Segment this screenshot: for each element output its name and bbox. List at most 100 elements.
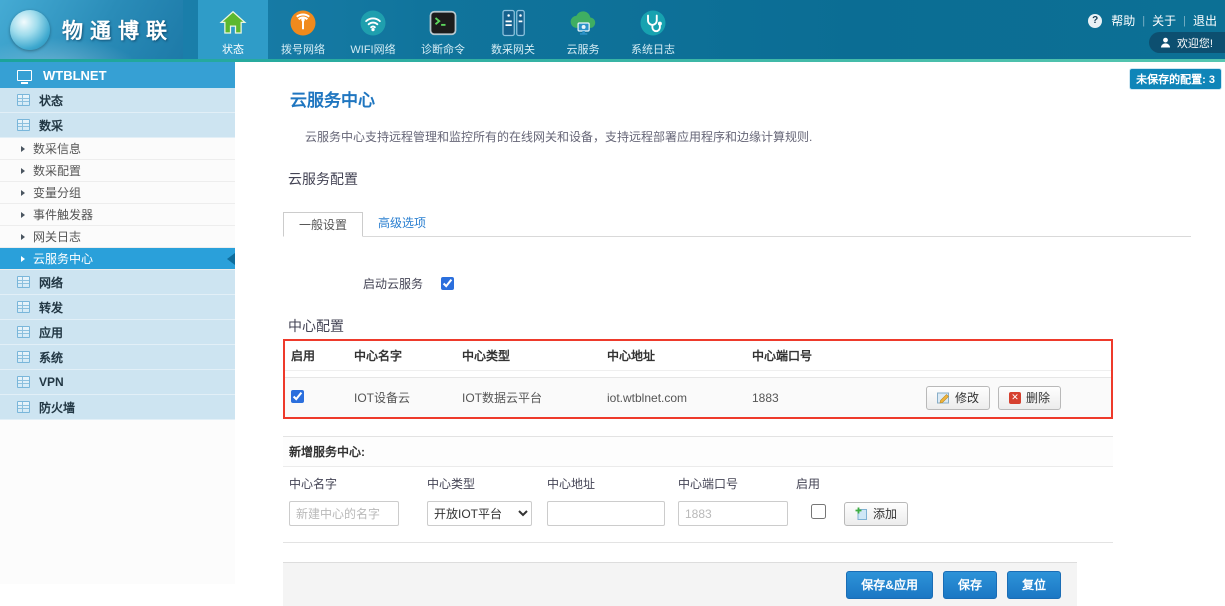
sidebar-item-system[interactable]: 系统 <box>0 345 235 370</box>
logout-link[interactable]: 退出 <box>1193 12 1217 29</box>
sidebar-item-firewall[interactable]: 防火墙 <box>0 395 235 420</box>
add-form-labels: 中心名字 中心类型 中心地址 中心端口号 启用 <box>283 467 1113 499</box>
label-enable: 启用 <box>796 475 844 492</box>
reset-button[interactable]: 复位 <box>1007 571 1061 599</box>
sidebar-subitem-cloud-service-center[interactable]: 云服务中心 <box>0 248 235 270</box>
label-center-port: 中心端口号 <box>678 475 796 492</box>
sidebar-item-vpn[interactable]: VPN <box>0 370 235 395</box>
add-center-title: 新增服务中心: <box>283 437 1113 467</box>
gateway-icon <box>478 0 548 38</box>
sidebar-item-network[interactable]: 网络 <box>0 270 235 295</box>
arrow-right-icon <box>21 256 25 262</box>
monitor-icon <box>17 70 32 81</box>
arrow-right-icon <box>21 146 25 152</box>
delete-x-icon: ✕ <box>1009 392 1021 404</box>
center-type-select[interactable]: 开放IOT平台 <box>427 501 532 526</box>
page-title: 云服务中心 <box>290 86 1225 111</box>
center-address-input[interactable] <box>547 501 665 526</box>
sidebar-subitem-gateway-logs[interactable]: 网关日志 <box>0 226 235 248</box>
edit-pencil-icon <box>937 391 950 404</box>
section-center-config: 中心配置 <box>288 316 1225 336</box>
top-nav: 状态 拨号网络 WIFI网络 诊断命令 数采网关 <box>198 0 688 59</box>
terminal-icon <box>408 0 478 38</box>
add-button[interactable]: 添加 <box>844 502 908 526</box>
cloud-icon <box>548 0 618 38</box>
col-center-port: 中心端口号 <box>752 347 875 364</box>
cell-center-port: 1883 <box>752 391 875 405</box>
col-center-address: 中心地址 <box>607 347 752 364</box>
home-icon <box>198 0 268 38</box>
stethoscope-icon <box>618 0 688 38</box>
highlight-annotation: 启用 中心名字 中心类型 中心地址 中心端口号 IOT设备云 IOT数据云平台 … <box>283 339 1113 419</box>
sidebar-subitem-variable-groups[interactable]: 变量分组 <box>0 182 235 204</box>
sidebar-subitem-event-triggers[interactable]: 事件触发器 <box>0 204 235 226</box>
nav-item-status[interactable]: 状态 <box>198 0 268 59</box>
arrow-right-icon <box>21 168 25 174</box>
arrow-right-icon <box>21 212 25 218</box>
tab-advanced-options[interactable]: 高级选项 <box>363 211 441 236</box>
col-center-type: 中心类型 <box>462 347 607 364</box>
grid-icon <box>17 119 30 131</box>
welcome-text: 欢迎您! <box>1177 35 1213 51</box>
sidebar-item-data-acquisition[interactable]: 数采 <box>0 113 235 138</box>
row-enable-checkbox[interactable] <box>291 390 304 403</box>
top-header: 物通博联 状态 拨号网络 WIFI网络 诊断命令 <box>0 0 1225 62</box>
top-links: ? 帮助 | 关于 | 退出 <box>1088 12 1217 29</box>
dial-network-icon <box>268 0 338 38</box>
nav-item-system-logs[interactable]: 系统日志 <box>618 0 688 59</box>
sidebar-device-name[interactable]: WTBLNET <box>0 62 235 88</box>
sidebar-subitem-daq-info[interactable]: 数采信息 <box>0 138 235 160</box>
save-button[interactable]: 保存 <box>943 571 997 599</box>
label-center-name: 中心名字 <box>289 475 427 492</box>
arrow-right-icon <box>21 234 25 240</box>
add-page-icon <box>855 507 868 520</box>
grid-icon <box>17 94 30 106</box>
center-name-input[interactable] <box>289 501 399 526</box>
tab-general-settings[interactable]: 一般设置 <box>283 212 363 237</box>
table-row: IOT设备云 IOT数据云平台 iot.wtblnet.com 1883 修改 … <box>285 377 1111 417</box>
sidebar-subitem-daq-config[interactable]: 数采配置 <box>0 160 235 182</box>
unsaved-config-badge[interactable]: 未保存的配置: 3 <box>1129 68 1222 90</box>
grid-icon <box>17 301 30 313</box>
cell-center-type: IOT数据云平台 <box>462 389 607 406</box>
user-icon <box>1160 37 1171 48</box>
nav-item-dial-network[interactable]: 拨号网络 <box>268 0 338 59</box>
add-center-panel: 新增服务中心: 中心名字 中心类型 中心地址 中心端口号 启用 开放IOT平台 <box>283 436 1113 543</box>
enable-cloud-checkbox[interactable] <box>441 277 454 290</box>
save-apply-button[interactable]: 保存&应用 <box>846 571 933 599</box>
grid-icon <box>17 351 30 363</box>
nav-item-cloud-service[interactable]: 云服务 <box>548 0 618 59</box>
grid-icon <box>17 376 30 388</box>
page-description: 云服务中心支持远程管理和监控所有的在线网关和设备，支持远程部署应用程序和边缘计算… <box>305 128 1225 145</box>
label-center-address: 中心地址 <box>547 475 678 492</box>
sidebar-item-status[interactable]: 状态 <box>0 88 235 113</box>
logo-text: 物通博联 <box>62 15 174 45</box>
main-content: 未保存的配置: 3 云服务中心 云服务中心支持远程管理和监控所有的在线网关和设备… <box>235 62 1225 584</box>
question-icon: ? <box>1088 14 1102 28</box>
center-port-input[interactable] <box>678 501 788 526</box>
add-form-inputs: 开放IOT平台 添加 <box>283 499 1113 542</box>
sidebar-item-forwarding[interactable]: 转发 <box>0 295 235 320</box>
section-cloud-config: 云服务配置 <box>288 169 1225 189</box>
edit-button[interactable]: 修改 <box>926 386 990 410</box>
enable-cloud-label: 启动云服务 <box>363 275 423 292</box>
col-center-name: 中心名字 <box>354 347 462 364</box>
label-center-type: 中心类型 <box>427 475 547 492</box>
nav-item-wifi-network[interactable]: WIFI网络 <box>338 0 408 59</box>
table-header: 启用 中心名字 中心类型 中心地址 中心端口号 <box>285 341 1111 371</box>
wifi-icon <box>338 0 408 38</box>
nav-item-daq-gateway[interactable]: 数采网关 <box>478 0 548 59</box>
footer-action-bar: 保存&应用 保存 复位 <box>283 562 1077 606</box>
settings-tabs: 一般设置 高级选项 <box>283 211 1191 237</box>
logo-globe-icon <box>10 10 50 50</box>
welcome-user-pill[interactable]: 欢迎您! <box>1149 32 1225 53</box>
nav-item-diagnostic-commands[interactable]: 诊断命令 <box>408 0 478 59</box>
cell-center-address: iot.wtblnet.com <box>607 391 752 405</box>
about-link[interactable]: 关于 <box>1152 12 1176 29</box>
sidebar-item-applications[interactable]: 应用 <box>0 320 235 345</box>
help-link[interactable]: 帮助 <box>1111 12 1135 29</box>
delete-button[interactable]: ✕ 删除 <box>998 386 1061 410</box>
cell-center-name: IOT设备云 <box>354 389 462 406</box>
sidebar: WTBLNET 状态 数采 数采信息 数采配置 变量分组 事件触发器 网关日志 … <box>0 62 235 584</box>
new-center-enable-checkbox[interactable] <box>811 504 826 519</box>
